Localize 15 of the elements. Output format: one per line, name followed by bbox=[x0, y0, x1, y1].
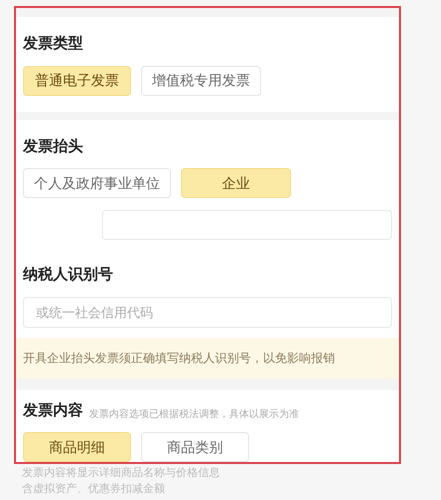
footnote-text: 发票内容将显示详细商品名称与价格信息 bbox=[22, 466, 221, 481]
taxpayer-id-field[interactable]: 或统一社会信用代码 bbox=[23, 296, 392, 328]
notice-text: 开具企业抬头发票须正确填写纳税人识别号，以免影响报销 bbox=[23, 350, 335, 368]
option-button[interactable]: 普通电子发票 bbox=[23, 66, 131, 96]
hint-text: 发票内容选项已根据税法调整，具体以展示为准 bbox=[89, 408, 299, 422]
section-title: 发票内容 bbox=[23, 400, 83, 420]
section-title: 发票抬头 bbox=[23, 136, 84, 157]
footnote-text: 含虚拟资产、优惠券扣减金额 bbox=[22, 482, 166, 497]
option-button[interactable]: 商品类别 bbox=[141, 432, 249, 462]
section-title: 发票类型 bbox=[23, 34, 84, 54]
option-button[interactable]: 个人及政府事业单位 bbox=[23, 168, 171, 198]
option-button[interactable]: 企业 bbox=[181, 168, 291, 198]
option-button[interactable]: 增值税专用发票 bbox=[141, 66, 261, 96]
option-button[interactable]: 商品明细 bbox=[23, 432, 131, 462]
section-title: 纳税人识别号 bbox=[23, 265, 114, 286]
